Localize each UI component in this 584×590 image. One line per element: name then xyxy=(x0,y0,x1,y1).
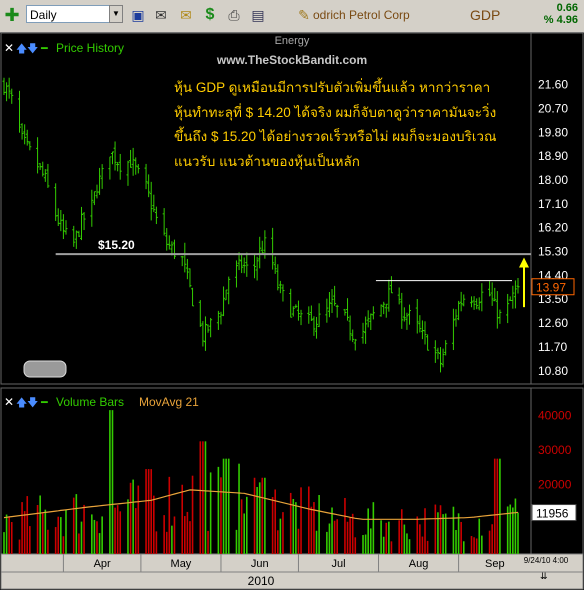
series-color-icon: ━ xyxy=(40,43,48,55)
company-name: odrich Petrol Corp xyxy=(313,8,410,22)
interval-select[interactable]: Daily xyxy=(26,5,122,23)
change-value: 0.66 xyxy=(556,2,578,14)
month-label: Jul xyxy=(331,558,345,570)
close-icon[interactable]: ✕ xyxy=(4,395,14,409)
volume-tick-labels: 20000 30000 40000 xyxy=(538,408,572,491)
price-tick-label: 18.00 xyxy=(538,173,568,187)
arrow-down-icon[interactable]: 🡇 xyxy=(27,43,38,55)
month-label: Apr xyxy=(94,558,111,570)
price-tick-label: 17.10 xyxy=(538,197,568,211)
print-icon[interactable]: ⎙ xyxy=(226,7,242,23)
current-price-label: 13.97 xyxy=(536,281,566,295)
price-tick-label: 11.70 xyxy=(538,340,567,354)
series-color-icon: ━ xyxy=(40,397,48,409)
price-legend: Price History xyxy=(56,41,124,55)
pencil-icon[interactable]: ✎ xyxy=(296,7,312,23)
volume-panel xyxy=(0,387,532,555)
year-axis xyxy=(0,571,584,590)
note-line: หุ้นทำทะลุที่ $ 14.20 ได้จริง ผมก็จับตาด… xyxy=(174,104,497,120)
price-tick-label: 10.80 xyxy=(538,364,568,378)
ticker-symbol: GDP xyxy=(470,7,501,23)
price-tick-label: 19.80 xyxy=(538,125,568,139)
add-icon[interactable]: ✚ xyxy=(4,6,20,24)
price-tick-label: 15.30 xyxy=(538,245,568,259)
price-tick-label: 18.90 xyxy=(538,149,568,163)
dollar-icon[interactable]: $ xyxy=(202,7,218,23)
month-label: May xyxy=(171,558,192,570)
arrow-up-icon[interactable]: 🡅 xyxy=(16,396,27,409)
arrow-up-icon[interactable]: 🡅 xyxy=(16,42,27,55)
current-volume-label: 11956 xyxy=(536,507,569,521)
arrow-down-icon[interactable]: 🡇 xyxy=(27,397,38,409)
volume-legend: Volume Bars xyxy=(56,395,124,409)
volume-tick-label: 20000 xyxy=(538,478,572,492)
note-line: แนวรับ แนวต้านของหุ้นเป็นหลัก xyxy=(174,153,360,169)
ma-legend: MovAvg 21 xyxy=(139,395,199,409)
month-label: Sep xyxy=(485,558,505,570)
toolbar: ✚ Daily ▼ ▣ ✉ ✉ $ ⎙ ▤ ✎ odrich Petrol Co… xyxy=(0,0,584,33)
price-tick-label: 21.60 xyxy=(538,78,568,92)
close-icon[interactable]: ✕ xyxy=(4,41,14,55)
price-tick-label: 16.20 xyxy=(538,221,568,235)
card-icon[interactable]: ▤ xyxy=(250,7,266,23)
month-label: Aug xyxy=(409,558,429,570)
month-label: Jun xyxy=(251,558,269,570)
scroll-handle[interactable] xyxy=(23,360,67,378)
volume-tick-label: 40000 xyxy=(538,408,572,422)
price-tick-label: 12.60 xyxy=(538,316,568,330)
stockchart-window: { "toolbar": { "interval_label": "Daily"… xyxy=(0,0,584,590)
watermark: www.TheStockBandit.com xyxy=(216,53,367,67)
date-stamp: 9/24/10 4:00 xyxy=(524,556,569,565)
sector-label: Energy xyxy=(275,35,310,47)
level-label: $15.20 xyxy=(98,238,135,252)
open-mail-icon[interactable]: ✉ xyxy=(178,7,194,23)
year-label: 2010 xyxy=(248,574,275,588)
price-tick-label: 20.70 xyxy=(538,101,568,115)
note-line: หุ้น GDP ดูเหมือนมีการปรับตัวเพิ่มขึ้นแล… xyxy=(174,80,491,95)
price-change: 0.66 % 4.96 xyxy=(544,2,578,26)
chevron-down-icon[interactable]: ▼ xyxy=(109,5,123,23)
mail-icon[interactable]: ✉ xyxy=(153,7,169,23)
save-icon[interactable]: ▣ xyxy=(130,7,146,23)
change-percent: % 4.96 xyxy=(543,14,578,26)
note-line: ขึ้นถึง $ 15.20 ได้อย่างรวดเร็วหรือไม่ ผ… xyxy=(174,129,497,144)
scroll-end-icon[interactable]: ⇊ xyxy=(540,571,548,581)
analysis-note: หุ้น GDP ดูเหมือนมีการปรับตัวเพิ่มขึ้นแล… xyxy=(174,76,530,174)
volume-tick-label: 30000 xyxy=(538,443,572,457)
